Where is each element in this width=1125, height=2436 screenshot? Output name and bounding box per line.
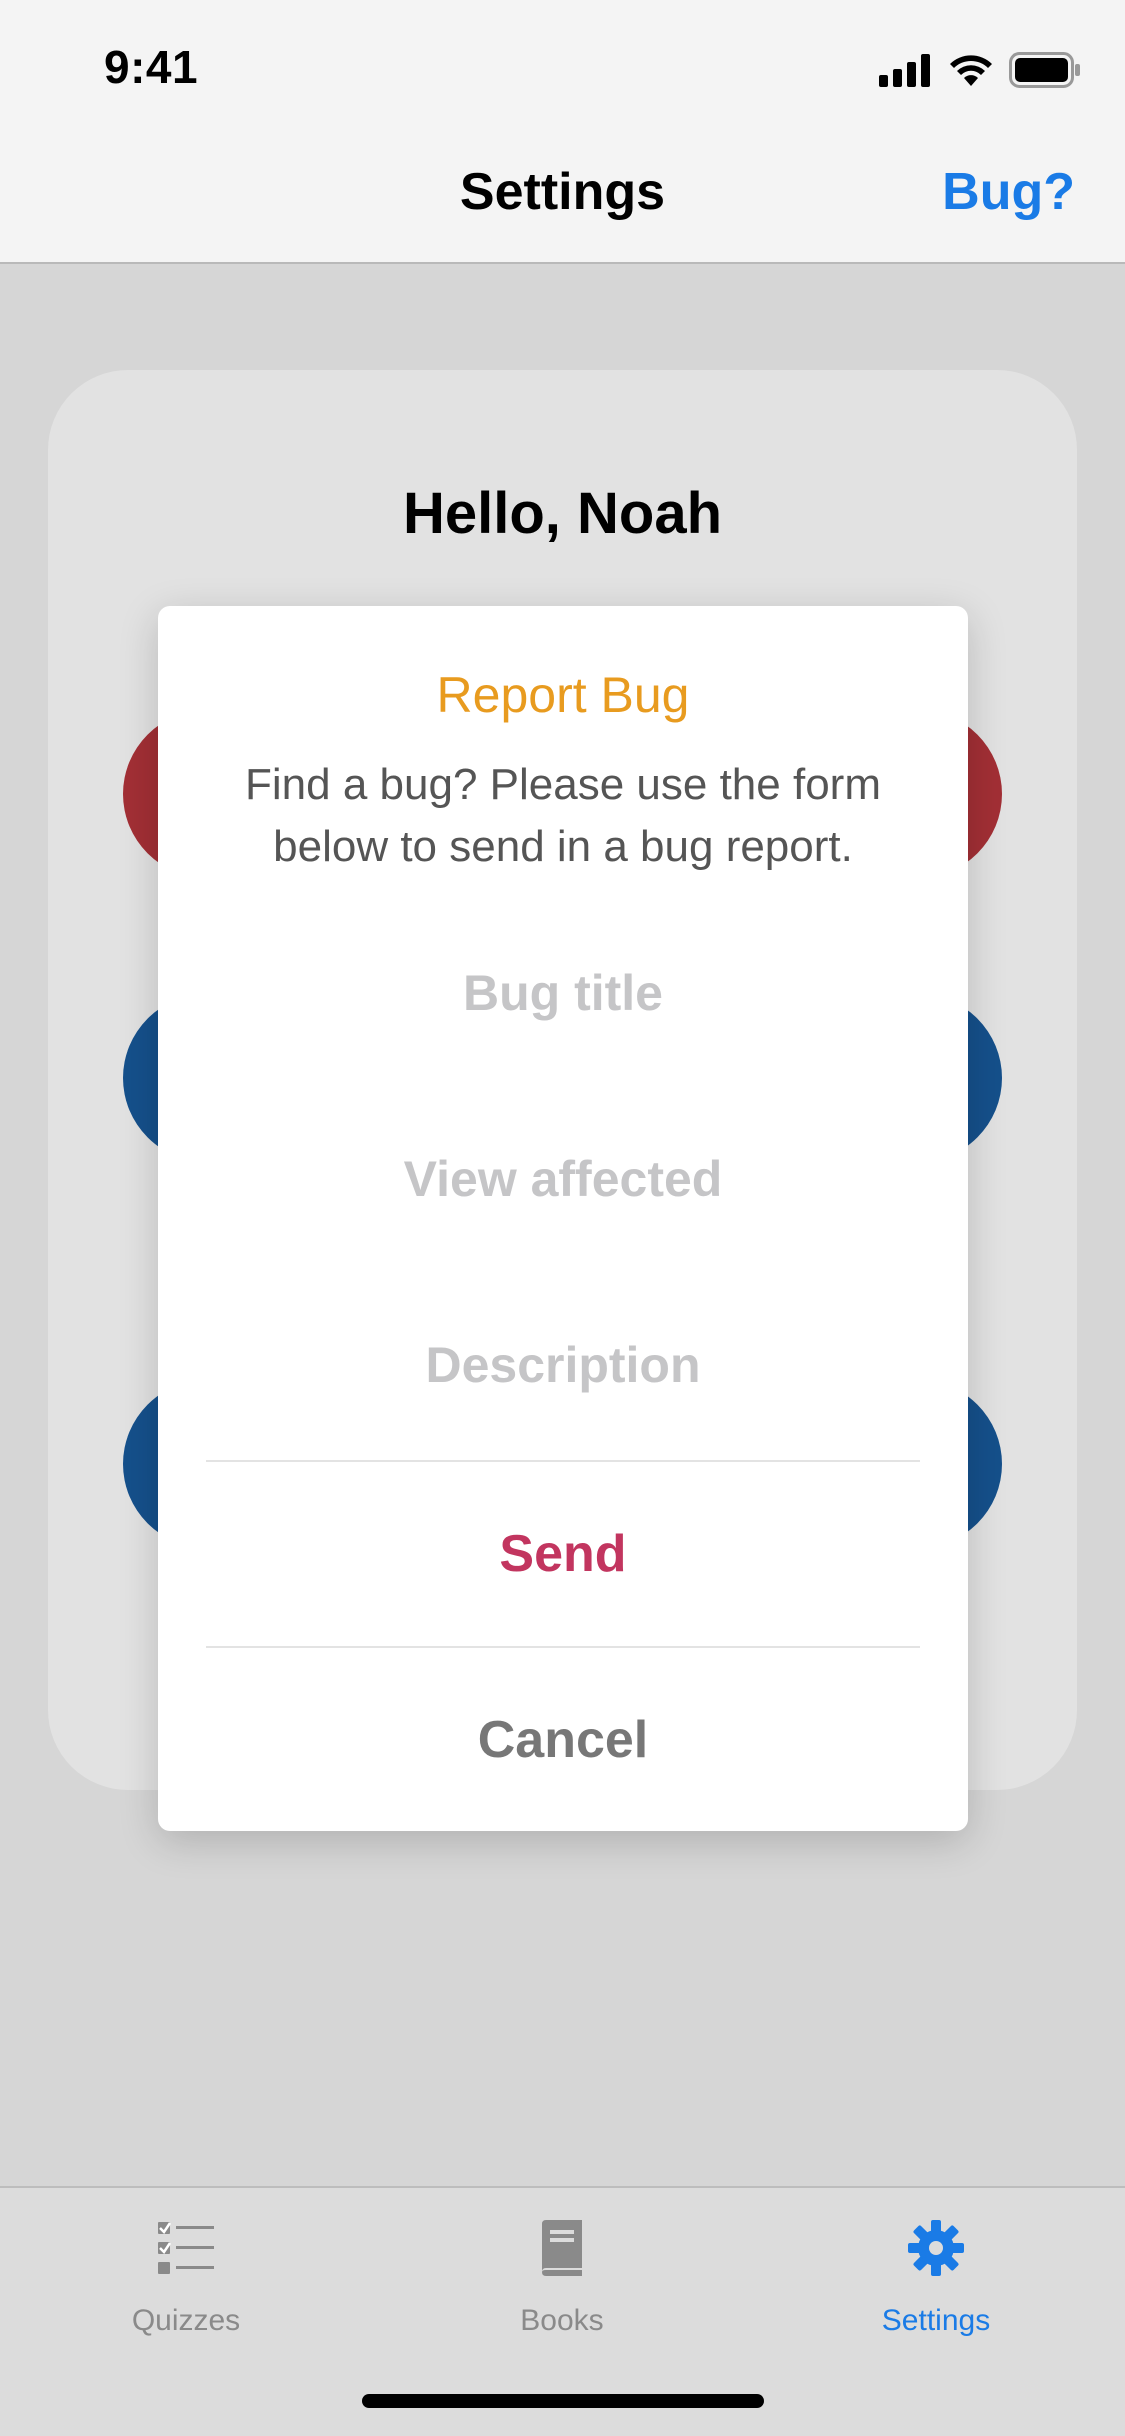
navigation-bar: Settings Bug?: [0, 132, 1125, 264]
dialog-title: Report Bug: [436, 667, 690, 723]
send-button[interactable]: Send: [206, 1462, 920, 1646]
cancel-button[interactable]: Cancel: [206, 1648, 920, 1832]
tab-label: Books: [520, 2304, 604, 2337]
tab-label: Quizzes: [131, 2304, 241, 2337]
report-bug-dialog: Report Bug Find a bug? Please use the fo…: [158, 606, 968, 1831]
dialog-description: Find a bug? Please use the form below to…: [245, 760, 881, 871]
battery-icon: [1009, 52, 1080, 88]
home-indicator: [362, 2394, 764, 2408]
view-affected-input[interactable]: [208, 1118, 918, 1240]
checklist-icon: [158, 2222, 214, 2274]
status-icons: [879, 48, 1081, 92]
description-input[interactable]: [208, 1304, 918, 1426]
status-time: 9:41: [104, 41, 199, 93]
book-icon: [542, 2220, 582, 2276]
greeting-heading: Hello, Noah: [402, 481, 723, 546]
tab-books[interactable]: Books: [412, 2188, 712, 2358]
tab-quizzes[interactable]: Quizzes: [36, 2188, 336, 2358]
cellular-signal-icon: [879, 54, 930, 87]
report-bug-button[interactable]: Bug?: [942, 162, 1075, 222]
tab-label: Settings: [881, 2304, 991, 2337]
gear-icon: [908, 2220, 964, 2276]
tab-settings[interactable]: Settings: [786, 2188, 1086, 2358]
status-bar: 9:41: [0, 0, 1125, 132]
bug-title-input[interactable]: [208, 932, 918, 1054]
wifi-icon: [950, 55, 992, 86]
